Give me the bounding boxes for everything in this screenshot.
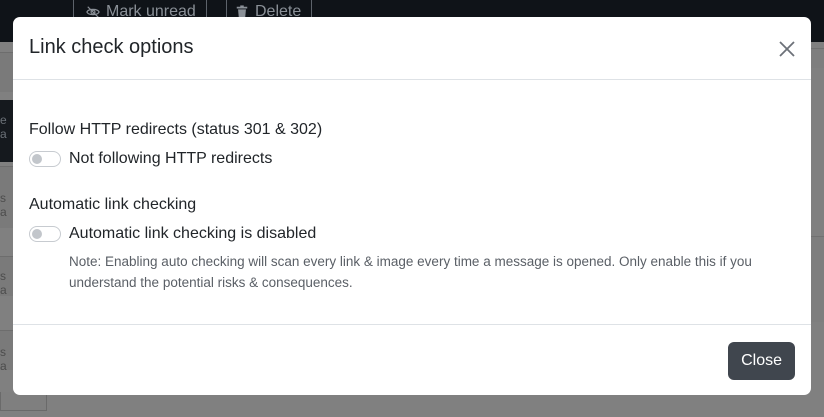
redirects-toggle[interactable] [29, 151, 61, 167]
list-item [0, 52, 13, 92]
list-item: s a [0, 256, 13, 297]
list-item: s a [0, 166, 13, 228]
link-check-options-dialog: Link check options Follow HTTP redirects… [13, 17, 811, 395]
row-fragment: e a [0, 113, 7, 141]
auto-check-toggle-row: Automatic link checking is disabled [29, 225, 316, 243]
row-fragment: s a [0, 345, 7, 373]
close-button[interactable]: Close [728, 342, 795, 380]
toggle-knob [32, 154, 42, 164]
redirects-toggle-row: Not following HTTP redirects [29, 150, 272, 168]
dialog-footer: Close [13, 324, 811, 395]
dialog-header: Link check options [13, 17, 811, 80]
background-panel-edge [811, 48, 824, 68]
redirects-heading: Follow HTTP redirects (status 301 & 302) [29, 121, 323, 138]
close-icon[interactable] [777, 39, 797, 59]
dialog-title: Link check options [29, 36, 194, 58]
auto-check-heading: Automatic link checking [29, 196, 197, 213]
auto-check-toggle-label[interactable]: Automatic link checking is disabled [69, 225, 316, 243]
auto-check-toggle[interactable] [29, 226, 61, 242]
row-fragment: s a [0, 269, 7, 297]
row-fragment: s a [0, 191, 7, 219]
auto-check-note: Note: Enabling auto checking will scan e… [69, 254, 752, 290]
toggle-knob [32, 229, 42, 239]
dialog-body: Follow HTTP redirects (status 301 & 302)… [13, 80, 811, 324]
list-item-selected: e a [0, 100, 13, 162]
redirects-toggle-label[interactable]: Not following HTTP redirects [69, 150, 272, 168]
background-panel-edge [811, 236, 824, 322]
list-item: s a [0, 330, 13, 373]
